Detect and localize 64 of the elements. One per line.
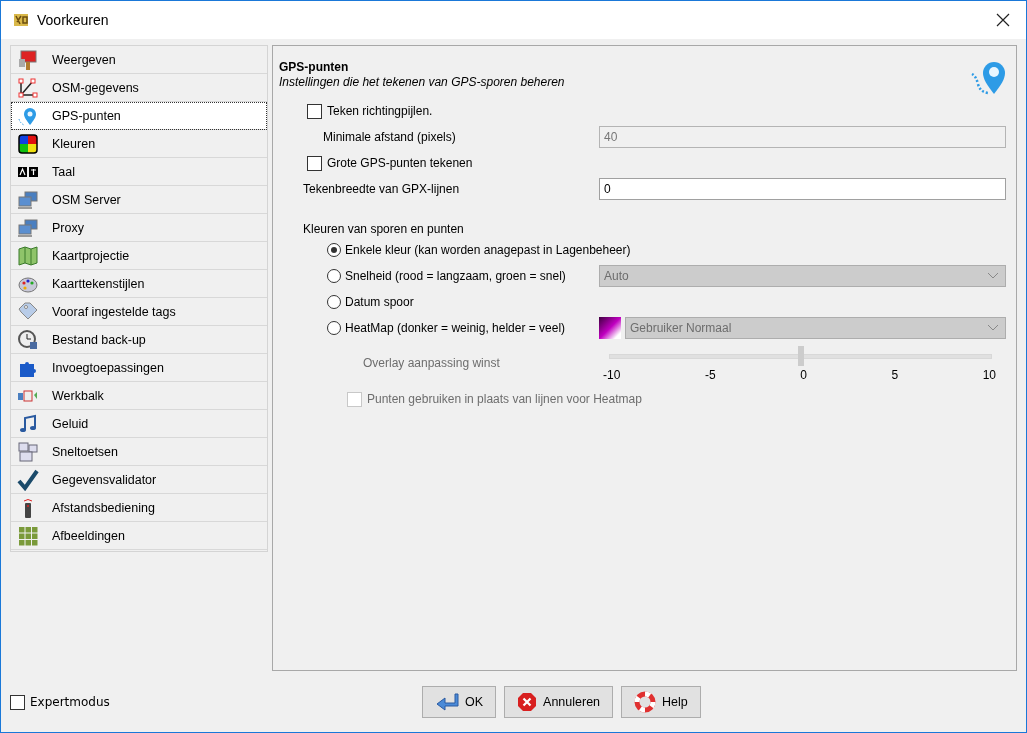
sidebar-item[interactable]: OSM Server — [11, 186, 267, 214]
tick-label: -5 — [704, 368, 716, 382]
grid-icon — [17, 524, 39, 547]
checkbox-label: Grote GPS-punten tekenen — [327, 156, 473, 170]
section-heading: Kleuren van sporen en punten — [303, 222, 465, 236]
cancel-button[interactable]: Annuleren — [504, 686, 614, 718]
sidebar-item[interactable]: Invoegtoepassingen — [11, 354, 267, 382]
color-grid-icon — [17, 132, 39, 155]
cancel-icon — [517, 692, 538, 712]
music-note-icon — [17, 412, 39, 435]
field-label: Tekenbreedte van GPX-lijnen — [302, 182, 461, 196]
polygon-icon — [17, 76, 39, 99]
radio-button[interactable] — [327, 243, 341, 257]
radio-label: Snelheid (rood = langzaam, groen = snel) — [345, 269, 566, 283]
chevron-down-icon — [987, 272, 999, 280]
gradient-swatch — [599, 317, 621, 339]
panel-title: GPS-punten — [279, 60, 350, 74]
lifebuoy-icon — [634, 691, 657, 713]
app-icon — [13, 12, 29, 28]
sidebar-item[interactable]: Gegevensvalidator — [11, 466, 267, 494]
sidebar-item[interactable]: Afbeeldingen — [11, 522, 267, 550]
checkbox-label: Teken richtingpijlen. — [327, 104, 433, 118]
sidebar-item[interactable]: Geluid — [11, 410, 267, 438]
radio-button[interactable] — [327, 295, 341, 309]
field-label: Minimale afstand (pixels) — [322, 130, 457, 144]
sidebar-item[interactable]: Kleuren — [11, 130, 267, 158]
close-icon — [996, 13, 1010, 27]
checkbox-label: Expertmodus — [30, 695, 110, 709]
map-icon — [17, 244, 39, 267]
tick-label: -10 — [603, 368, 621, 382]
sidebar-item[interactable]: Vooraf ingestelde tags — [11, 298, 267, 326]
paint-roller-icon — [17, 48, 39, 71]
sidebar-item[interactable]: Sneltoetsen — [11, 438, 267, 466]
clock-icon — [17, 328, 39, 351]
return-arrow-icon — [435, 692, 459, 712]
checkbox[interactable] — [307, 103, 322, 119]
checkmark-icon — [17, 468, 39, 491]
checkbox-label: Punten gebruiken in plaats van lijnen voor Heatmap — [367, 392, 642, 406]
sidebar-item[interactable]: Proxy — [11, 214, 267, 242]
checkbox[interactable] — [307, 155, 322, 171]
sidebar-item[interactable]: Kaartprojectie — [11, 242, 267, 270]
sidebar-item[interactable]: Taal — [11, 158, 267, 186]
sidebar-item[interactable]: Weergeven — [11, 46, 267, 74]
window-title: Voorkeuren — [37, 12, 110, 28]
panel-subtitle: Instellingen die het tekenen van GPS-sporen beheren — [279, 75, 565, 89]
ok-button[interactable]: OK — [422, 686, 497, 718]
checkbox[interactable] — [10, 694, 25, 710]
radio-label: Datum spoor — [345, 295, 414, 309]
tick-label: 0 — [800, 368, 807, 382]
radio-label: HeatMap (donker = weinig, helder = veel) — [345, 321, 566, 335]
computer-icon — [17, 216, 39, 239]
sidebar-item[interactable]: Kaarttekenstijlen — [11, 270, 267, 298]
tick-label: 5 — [891, 368, 899, 382]
input-field[interactable]: 0 — [599, 178, 1006, 200]
sidebar-item[interactable]: Bestand back-up — [11, 326, 267, 354]
sidebar-item[interactable]: Werkbalk — [11, 382, 267, 410]
help-button[interactable]: Help — [621, 686, 701, 718]
sidebar-item[interactable]: Afstandsbediening — [11, 494, 267, 522]
tick-label: 10 — [982, 368, 996, 382]
sidebar-item[interactable]: GPS-punten — [11, 102, 267, 130]
chevron-down-icon — [987, 324, 999, 332]
radio-label: Enkele kleur (kan worden anagepast in Lagenbeheer) — [345, 243, 631, 257]
slider-label: Overlay aanpassing winst — [362, 355, 501, 372]
computer-icon — [17, 188, 39, 211]
